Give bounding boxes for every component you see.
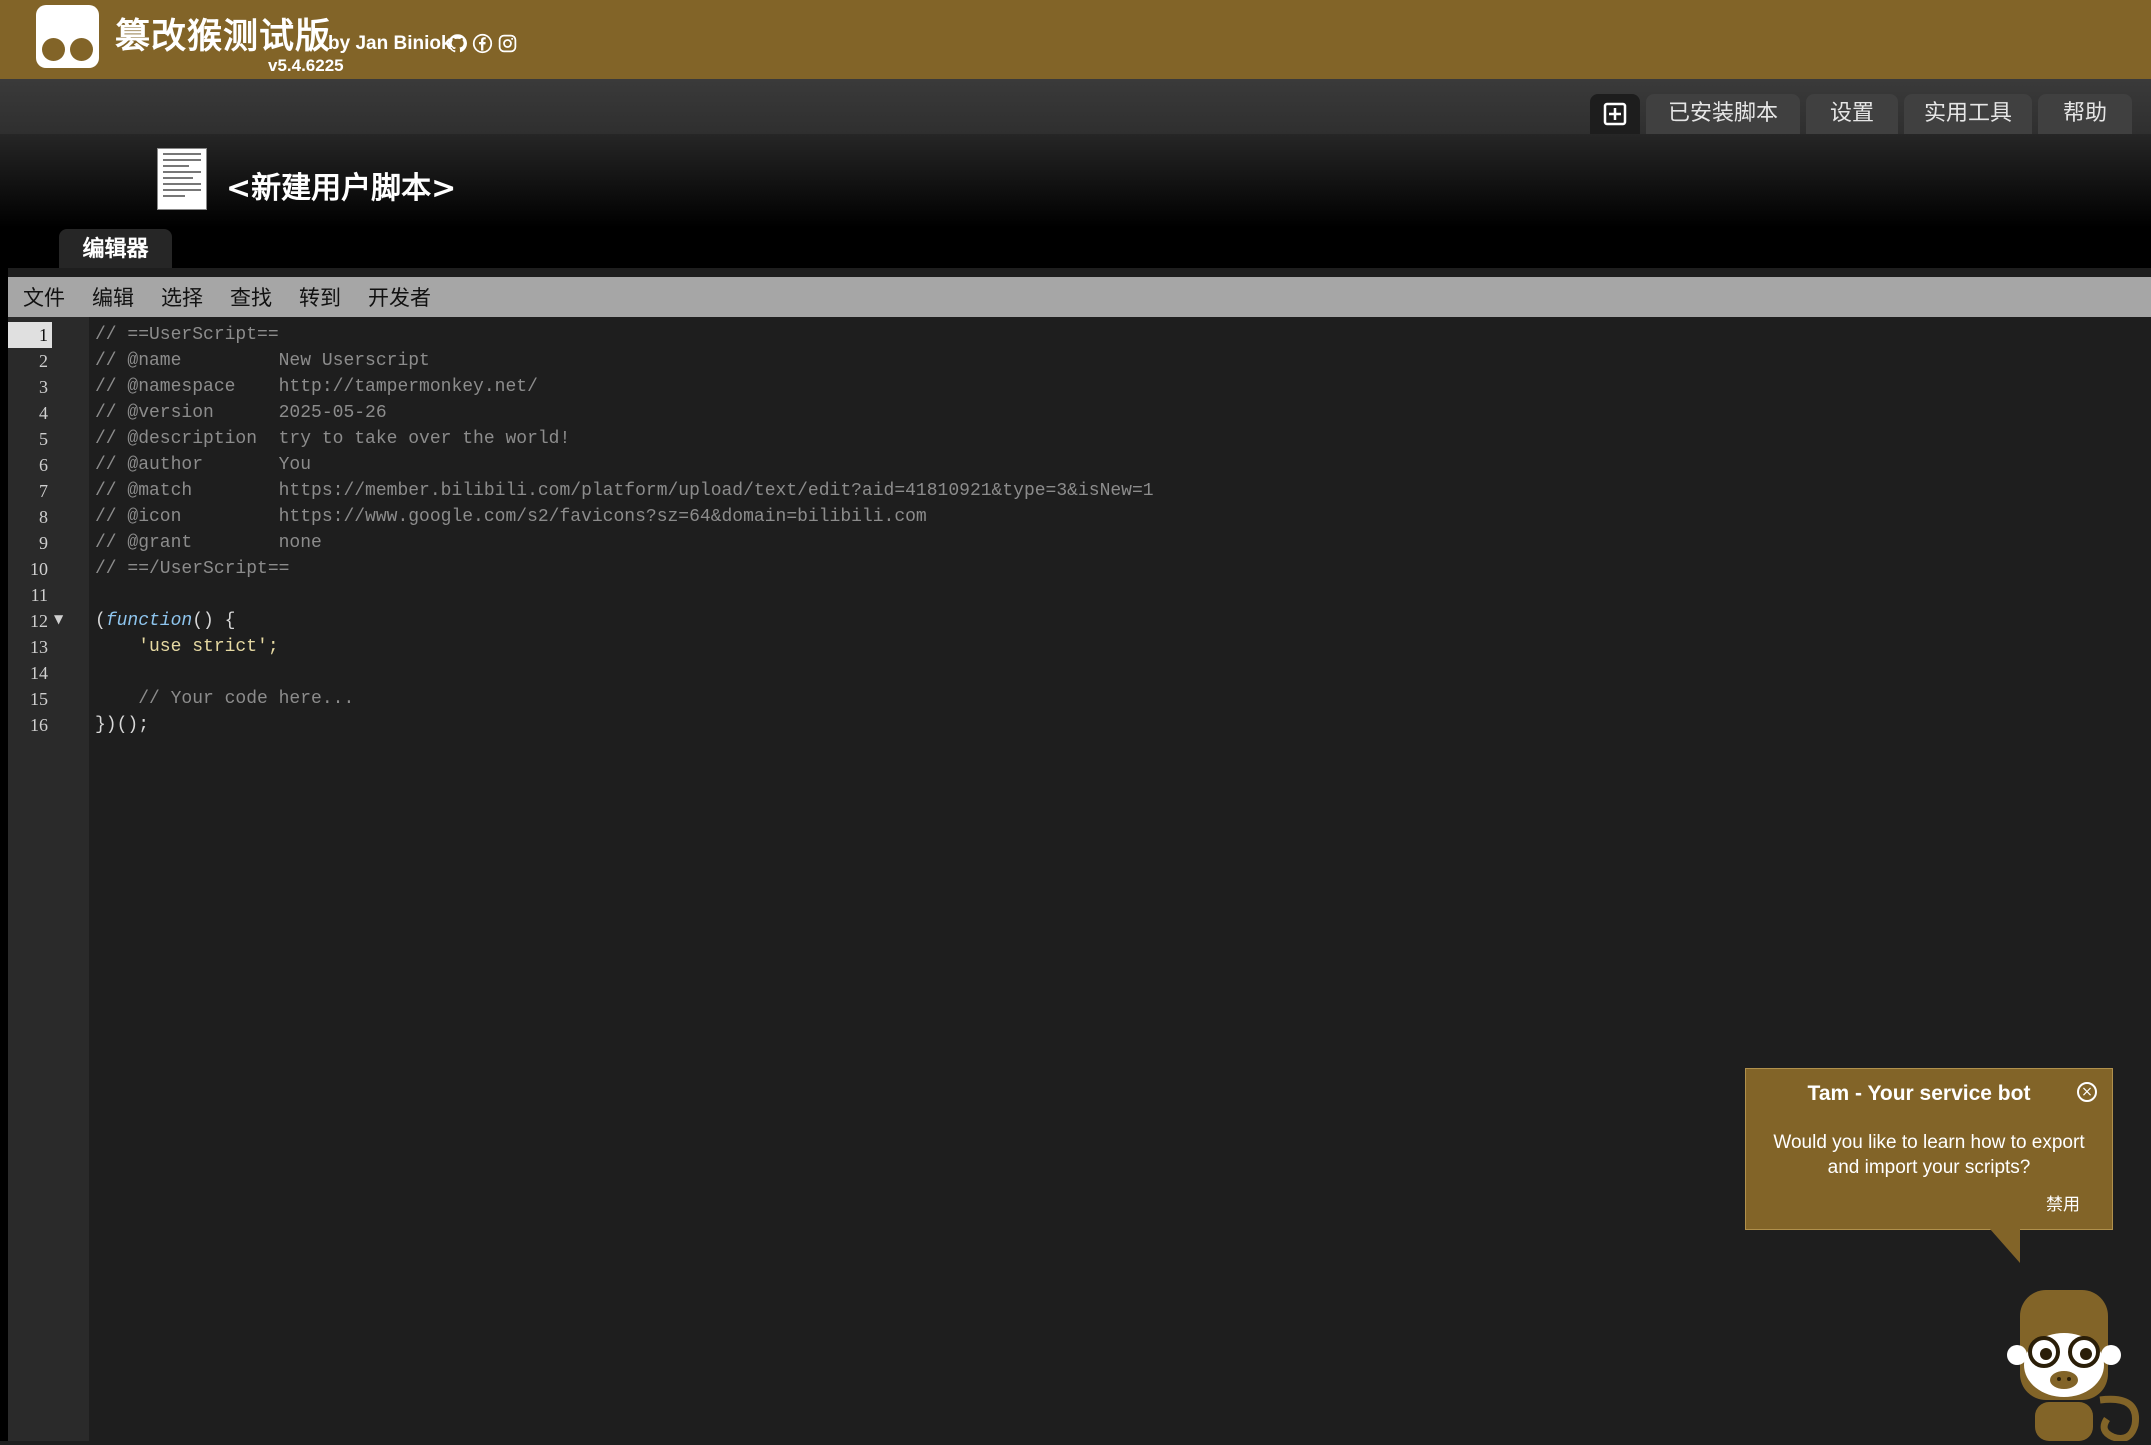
line-number: 4 bbox=[39, 403, 48, 423]
keyword-token: function bbox=[105, 611, 193, 631]
code-line: // @version 2025-05-26 bbox=[95, 403, 387, 423]
menu-file[interactable]: 文件 bbox=[23, 282, 65, 312]
tampermonkey-logo[interactable] bbox=[36, 5, 99, 68]
tab-editor[interactable]: 编辑器 bbox=[59, 229, 172, 268]
line-number: 11 bbox=[30, 585, 48, 605]
line-number: 14 bbox=[30, 663, 48, 683]
main-nav: 已安装脚本 设置 实用工具 帮助 bbox=[0, 79, 2151, 134]
line-number: 8 bbox=[39, 507, 48, 527]
tab-help[interactable]: 帮助 bbox=[2038, 94, 2132, 134]
line-number: 9 bbox=[39, 533, 48, 553]
instagram-icon[interactable] bbox=[497, 33, 518, 54]
tab-installed-scripts[interactable]: 已安装脚本 bbox=[1646, 94, 1800, 134]
tab-settings[interactable]: 设置 bbox=[1806, 94, 1898, 134]
script-title: <新建用户脚本> bbox=[226, 171, 457, 206]
code-line: // @grant none bbox=[95, 533, 322, 553]
line-number: 6 bbox=[39, 455, 48, 475]
version-label: v5.4.6225 bbox=[268, 56, 344, 75]
fold-arrow-icon[interactable]: ▼ bbox=[54, 612, 63, 626]
code-line: // ==/UserScript== bbox=[95, 559, 290, 579]
code-line: // @author You bbox=[95, 455, 312, 475]
line-number: 12 bbox=[30, 611, 48, 631]
menu-goto[interactable]: 转到 bbox=[299, 282, 341, 312]
menu-developer[interactable]: 开发者 bbox=[368, 282, 431, 312]
line-number: 13 bbox=[30, 637, 48, 657]
service-bot-title: Tam - Your service bot bbox=[1807, 1082, 2031, 1105]
menu-find[interactable]: 查找 bbox=[230, 282, 272, 312]
close-icon[interactable]: × bbox=[2077, 1082, 2097, 1102]
service-bot-popup-tail bbox=[1990, 1229, 2020, 1263]
line-number: 1 bbox=[8, 322, 52, 348]
line-number: 3 bbox=[39, 377, 48, 397]
github-icon[interactable] bbox=[447, 33, 468, 54]
code-line: })(); bbox=[95, 715, 150, 735]
code-line: // @namespace http://tampermonkey.net/ bbox=[95, 377, 538, 397]
code-line: (function() { bbox=[95, 611, 236, 631]
code-line: // @description try to take over the wor… bbox=[95, 429, 571, 449]
menu-edit[interactable]: 编辑 bbox=[92, 282, 134, 312]
facebook-icon[interactable] bbox=[472, 33, 493, 54]
social-links bbox=[447, 33, 518, 54]
line-number: 7 bbox=[39, 481, 48, 501]
menu-selection[interactable]: 选择 bbox=[161, 282, 203, 312]
code-line: // @match https://member.bilibili.com/pl… bbox=[95, 481, 1154, 501]
service-bot-disable-link[interactable]: 禁用 bbox=[2046, 1190, 2080, 1215]
code-line: // @name New Userscript bbox=[95, 351, 430, 371]
tab-utilities[interactable]: 实用工具 bbox=[1904, 94, 2032, 134]
author-byline: by Jan Biniok bbox=[328, 33, 452, 54]
code-line: // @icon https://www.google.com/s2/favic… bbox=[95, 507, 927, 527]
line-number: 15 bbox=[30, 689, 48, 709]
new-script-tab[interactable] bbox=[1590, 94, 1640, 134]
line-number: 2 bbox=[39, 351, 48, 371]
line-number: 5 bbox=[39, 429, 48, 449]
code-line: 'use strict'; bbox=[95, 637, 279, 657]
line-number: 10 bbox=[30, 559, 48, 579]
logo-eye-left bbox=[42, 38, 65, 61]
code-line: // ==UserScript== bbox=[95, 325, 279, 345]
top-bar: 篡改猴测试版 by Jan Biniok v5.4.6225 bbox=[0, 0, 2151, 79]
line-number: 16 bbox=[30, 715, 48, 735]
code-line: // Your code here... bbox=[95, 689, 355, 709]
logo-eye-right bbox=[70, 38, 93, 61]
editor-menubar: 文件 编辑 选择 查找 转到 开发者 bbox=[8, 277, 2151, 317]
app-title: 篡改猴测试版 bbox=[115, 17, 332, 57]
script-document-icon bbox=[157, 148, 207, 210]
service-bot-message[interactable]: Would you like to learn how to export an… bbox=[1760, 1130, 2098, 1180]
monkey-mascot-icon[interactable] bbox=[2005, 1290, 2150, 1442]
plus-square-icon bbox=[1603, 102, 1627, 126]
editor-left-border bbox=[0, 268, 8, 1441]
